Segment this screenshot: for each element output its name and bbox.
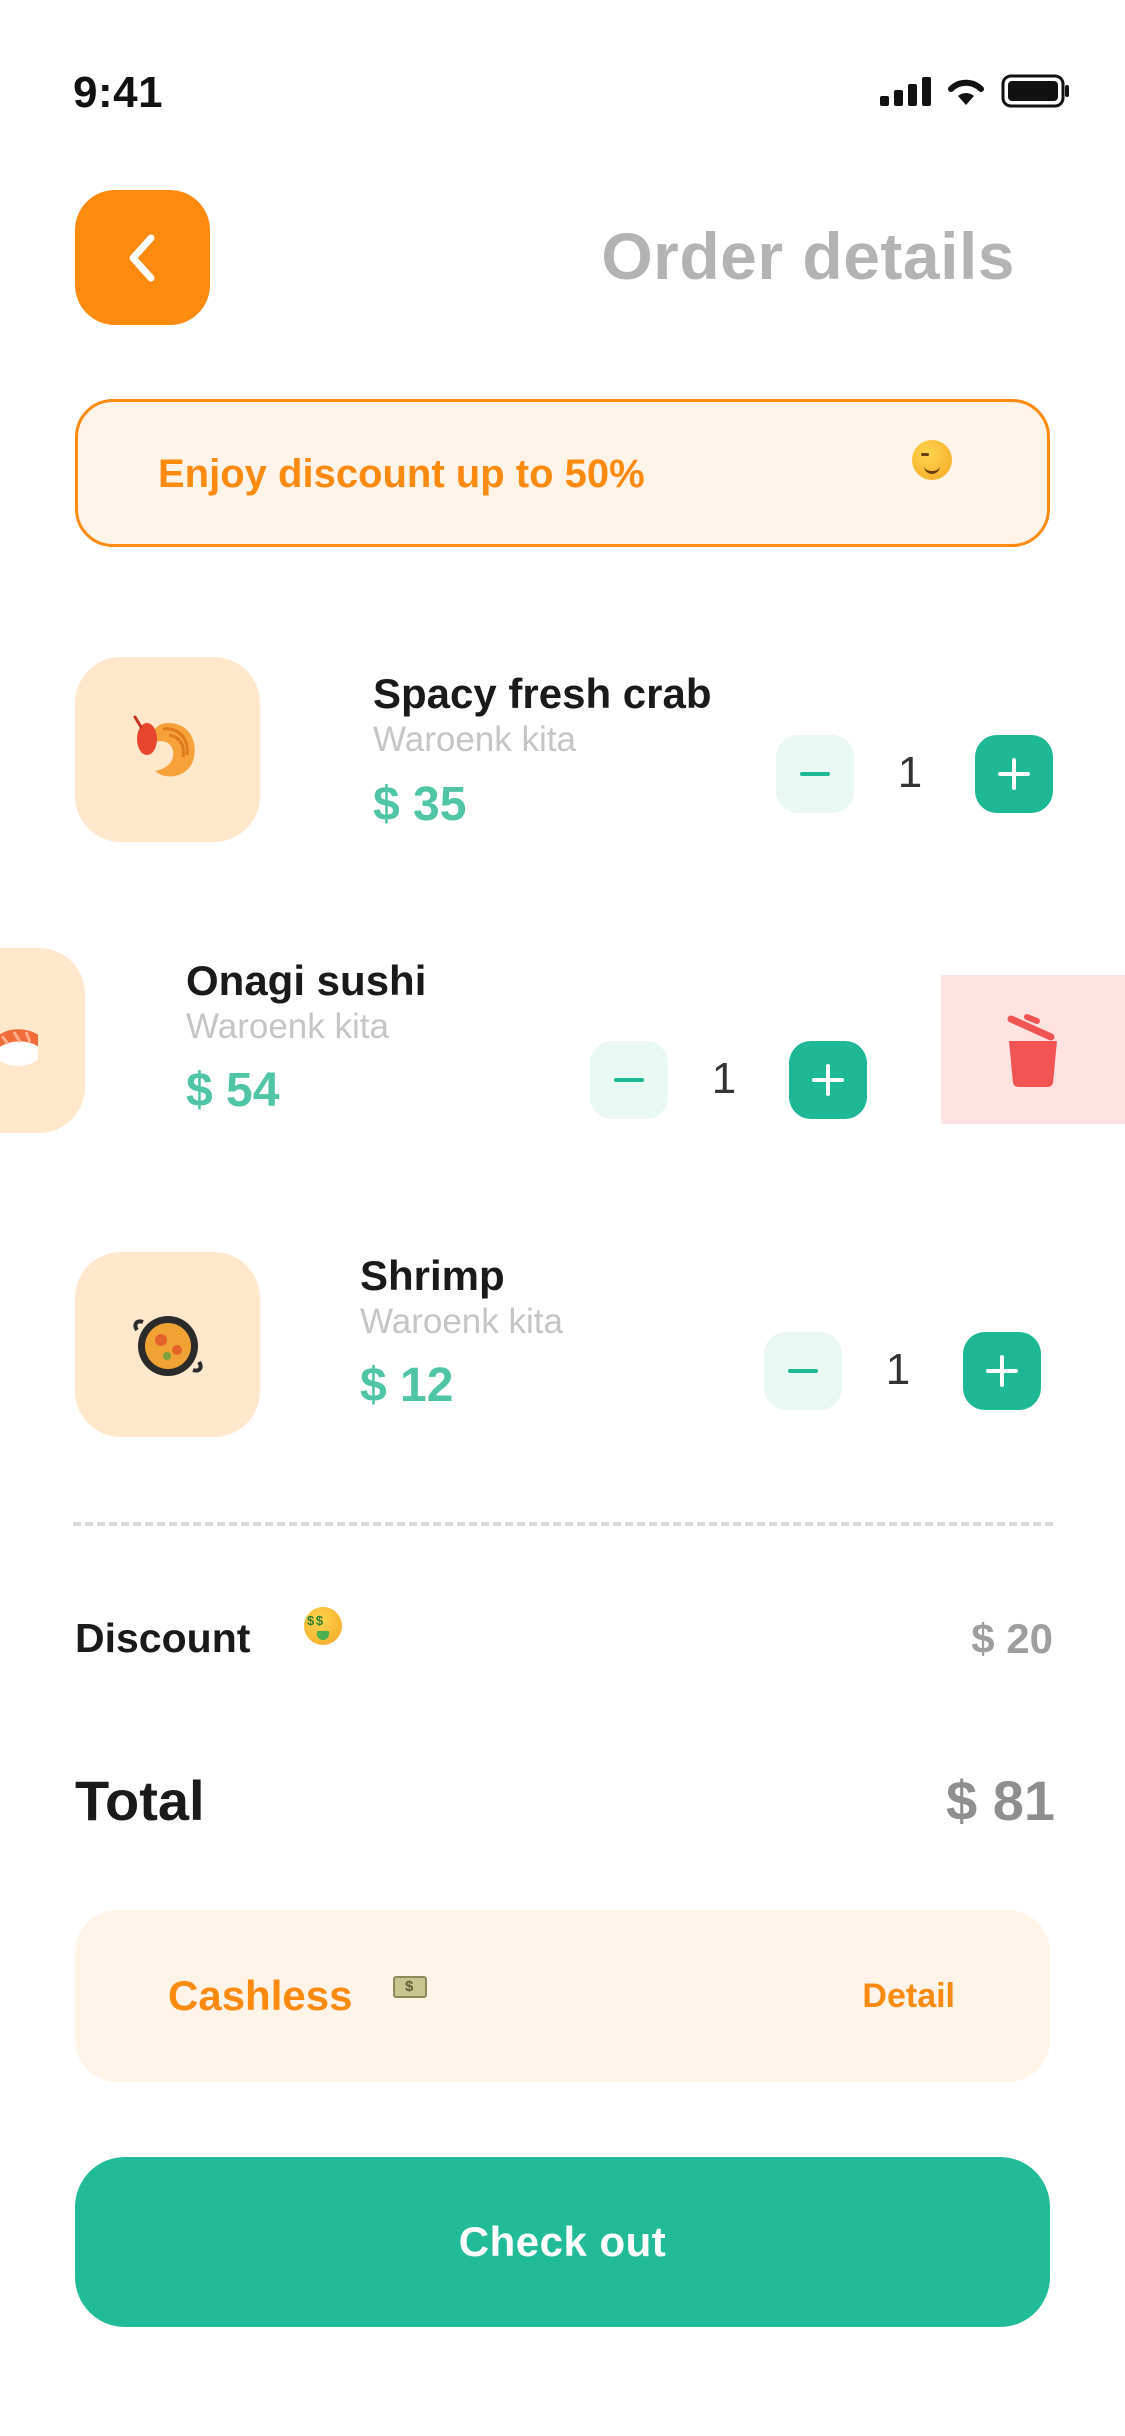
item-name: Onagi sushi [186,957,427,1004]
decrease-quantity-button[interactable] [776,735,854,813]
increase-quantity-button[interactable] [789,1041,867,1119]
increase-quantity-button[interactable] [975,735,1053,813]
item-shop: Waroenk kita [360,1302,563,1341]
status-time: 9:41 [73,68,164,117]
item-price: $ 35 [373,778,467,831]
money-mouth-emoji-icon [304,1607,342,1645]
sushi-icon [0,1028,38,1066]
paella-pan-icon [132,1315,203,1376]
total-value: $ 81 [946,1769,1055,1832]
discount-value: $ 20 [971,1615,1053,1662]
discount-banner-text: Enjoy discount up to 50% [158,452,645,496]
payment-method-label: Cashless [168,1972,353,2019]
item-quantity: 1 [885,1345,911,1394]
increase-quantity-button[interactable] [963,1332,1041,1410]
wink-emoji-icon [912,440,952,480]
back-button[interactable] [75,190,210,325]
item-image [75,1252,260,1437]
item-shop: Waroenk kita [373,720,576,759]
item-price: $ 12 [360,1359,454,1412]
decrease-quantity-button[interactable] [590,1041,668,1119]
checkout-button[interactable]: Check out [75,2157,1050,2327]
trash-icon [1007,1013,1057,1087]
status-icons [880,74,1071,108]
order-details-screen: 9:41 Order details Enjoy discount up to … [0,0,1125,2436]
item-shop: Waroenk kita [186,1007,389,1046]
dashed-divider [73,1522,1053,1526]
battery-icon [1001,74,1069,108]
decrease-quantity-button[interactable] [764,1332,842,1410]
item-quantity: 1 [711,1054,737,1103]
payment-method-card[interactable]: Cashless Detail [75,1910,1050,2082]
payment-detail-link[interactable]: Detail [862,1977,955,2016]
item-image [75,657,260,842]
discount-banner[interactable]: Enjoy discount up to 50% [75,399,1050,547]
item-name: Spacy fresh crab [373,670,712,717]
cart-item[interactable]: Shrimp Waroenk kita $ 12 1 [0,1250,1125,1440]
delete-item-button[interactable] [941,975,1125,1124]
item-name: Shrimp [360,1252,505,1299]
total-label: Total [75,1769,205,1832]
item-price: $ 54 [186,1064,280,1117]
chevron-left-icon [129,234,154,281]
item-quantity: 1 [897,748,923,797]
cart-item-swiped[interactable]: Onagi sushi Waroenk kita $ 54 1 [0,945,941,1135]
cellular-signal-icon [880,76,931,106]
discount-label: Discount [75,1615,251,1661]
cart-item[interactable]: Spacy fresh crab Waroenk kita $ 35 1 [0,655,1125,845]
dollar-bill-icon [393,1976,427,1998]
checkout-button-label: Check out [458,2218,667,2265]
page-title: Order details [601,219,1015,293]
item-image [0,948,85,1133]
wifi-icon [948,79,984,105]
shrimp-icon [133,715,195,776]
